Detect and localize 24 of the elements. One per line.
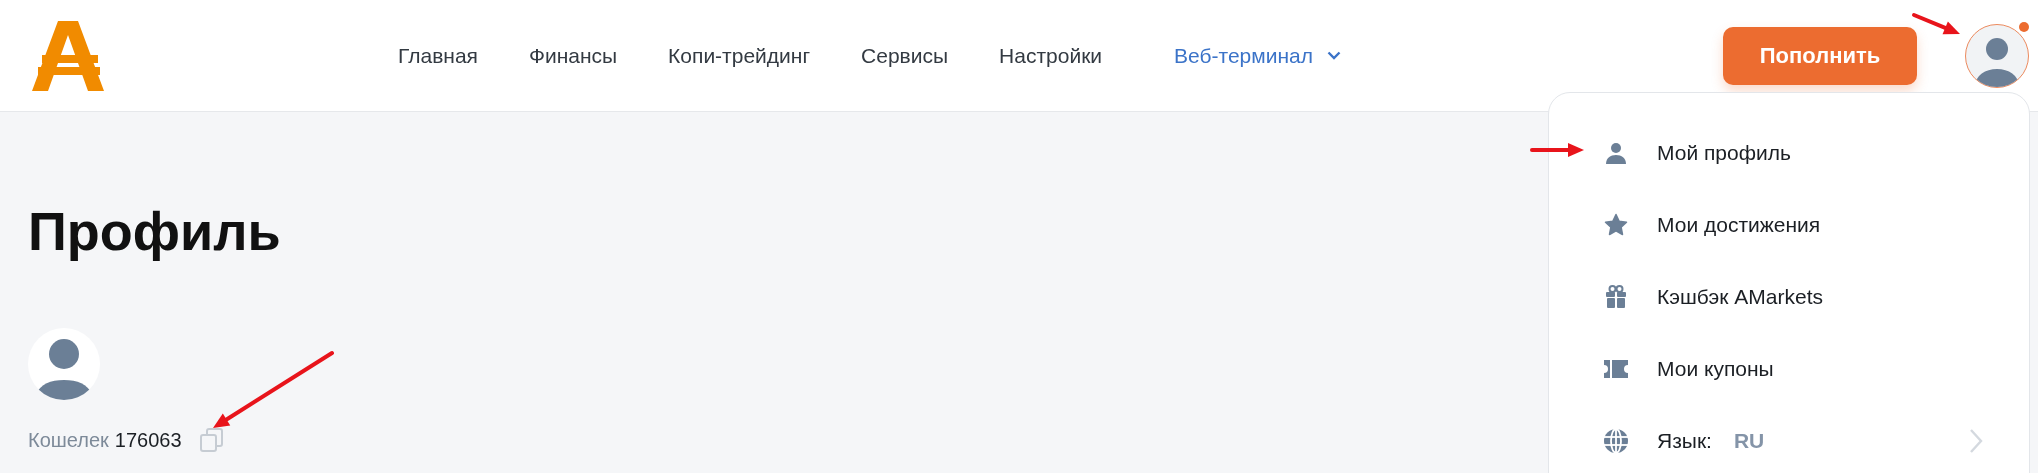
menu-item[interactable]: Мои купоны	[1549, 333, 2029, 405]
copy-icon[interactable]	[199, 428, 224, 452]
ticket-icon	[1603, 359, 1629, 379]
nav-link[interactable]: Настройки	[999, 43, 1103, 68]
gift-icon	[1605, 285, 1627, 309]
person-icon	[1604, 141, 1628, 165]
menu-item[interactable]: Кэшбэк AMarkets	[1549, 261, 2029, 333]
annotation-arrow	[1912, 13, 1960, 35]
wallet-label: Кошелек	[28, 428, 109, 452]
menu-item[interactable]: Мои достижения	[1549, 189, 2029, 261]
star-icon	[1604, 213, 1628, 237]
nav-link[interactable]: Копи-трейдинг	[668, 43, 811, 68]
globe-icon	[1603, 428, 1629, 454]
annotation-arrow	[1530, 143, 1584, 157]
chevron-down-icon	[1327, 51, 1341, 60]
menu-item[interactable]: Язык: RU	[1549, 405, 2029, 473]
wallet-number: 176063	[114, 428, 182, 452]
menu-item[interactable]: Мой профиль	[1549, 117, 2029, 189]
nav-link[interactable]: Финансы	[528, 43, 618, 68]
chevron-right-icon	[1969, 428, 1983, 454]
nav-link[interactable]: Главная	[398, 43, 478, 68]
nav-dropdown[interactable]: Веб-терминал	[1174, 43, 1341, 68]
nav-link[interactable]: Сервисы	[861, 43, 949, 68]
page-title: Профиль	[28, 200, 281, 262]
